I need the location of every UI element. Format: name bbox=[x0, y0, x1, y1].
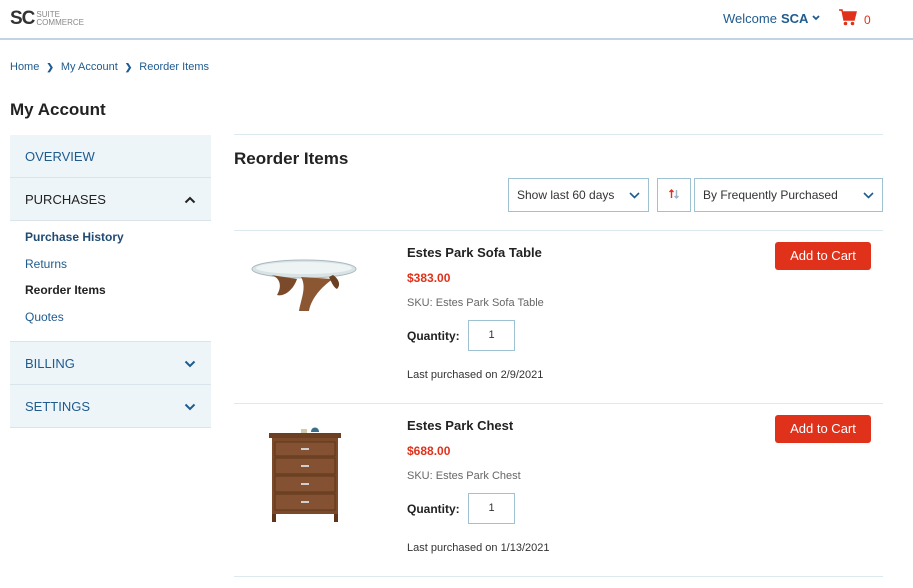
list-item: Estes Park Chest $688.00 SKU: Estes Park… bbox=[234, 403, 883, 576]
logo-text: SUITE COMMERCE bbox=[36, 11, 84, 27]
sidebar-overview-label: OVERVIEW bbox=[25, 148, 95, 164]
sort-by-value: By Frequently Purchased bbox=[703, 188, 838, 202]
cart-button[interactable]: 0 bbox=[838, 8, 871, 31]
main-content: Reorder Items Show last 60 days By Frequ… bbox=[234, 134, 883, 577]
last-purchased: Last purchased on 2/9/2021 bbox=[407, 369, 544, 381]
sidebar-item-purchases[interactable]: PURCHASES bbox=[10, 178, 211, 221]
product-sku: SKU: Estes Park Chest bbox=[407, 470, 521, 482]
chevron-up-icon bbox=[184, 192, 196, 207]
product-price: $383.00 bbox=[407, 271, 451, 285]
sidebar-item-purchase-history[interactable]: Purchase History bbox=[25, 229, 196, 256]
chevron-down-icon bbox=[863, 188, 874, 202]
breadcrumb-my-account[interactable]: My Account bbox=[61, 61, 118, 73]
quantity-label: Quantity: bbox=[407, 502, 460, 516]
page-title: My Account bbox=[10, 100, 106, 119]
logo-sc: SC bbox=[10, 8, 35, 29]
last-purchased: Last purchased on 1/13/2021 bbox=[407, 542, 550, 554]
chevron-down-icon bbox=[812, 13, 821, 24]
sidebar-settings-label: SETTINGS bbox=[25, 398, 91, 414]
product-image[interactable] bbox=[249, 255, 359, 320]
cart-count: 0 bbox=[864, 12, 871, 27]
logo-line2: COMMERCE bbox=[36, 18, 84, 27]
sidebar-item-overview[interactable]: OVERVIEW bbox=[10, 135, 211, 178]
site-header: SC SUITE COMMERCE Welcome SCA 0 bbox=[0, 0, 913, 40]
sidebar-purchases-label: PURCHASES bbox=[25, 191, 106, 207]
breadcrumb-home[interactable]: Home bbox=[10, 61, 39, 73]
sort-order-button[interactable] bbox=[657, 178, 691, 212]
chevron-right-icon: ❯ bbox=[124, 61, 133, 72]
chevron-right-icon: ❯ bbox=[46, 61, 54, 72]
cart-icon bbox=[838, 8, 858, 31]
user-name: SCA bbox=[780, 11, 809, 26]
sidebar-item-reorder-items[interactable]: Reorder Items bbox=[25, 282, 196, 309]
breadcrumb: Home ❯ My Account ❯ Reorder Items bbox=[10, 61, 209, 73]
purchases-submenu: Purchase History Returns Reorder Items Q… bbox=[10, 221, 211, 342]
quantity-label: Quantity: bbox=[407, 329, 460, 343]
sort-arrows-icon bbox=[668, 188, 680, 203]
divider bbox=[234, 134, 883, 135]
sidebar-item-billing[interactable]: BILLING bbox=[10, 342, 211, 385]
quantity-input[interactable]: 1 bbox=[468, 493, 515, 524]
add-to-cart-button[interactable]: Add to Cart bbox=[775, 242, 871, 270]
sidebar-item-settings[interactable]: SETTINGS bbox=[10, 385, 211, 428]
chevron-down-icon bbox=[629, 188, 640, 202]
list-item: Estes Park Sofa Table $383.00 SKU: Estes… bbox=[234, 230, 883, 403]
quantity-input[interactable]: 1 bbox=[468, 320, 515, 351]
product-name[interactable]: Estes Park Chest bbox=[407, 418, 513, 433]
product-price: $688.00 bbox=[407, 444, 451, 458]
chevron-down-icon bbox=[184, 399, 196, 414]
date-filter-select[interactable]: Show last 60 days bbox=[508, 178, 649, 212]
welcome-label: Welcome bbox=[723, 11, 777, 26]
product-name[interactable]: Estes Park Sofa Table bbox=[407, 245, 542, 260]
sort-by-select[interactable]: By Frequently Purchased bbox=[694, 178, 883, 212]
breadcrumb-reorder-items[interactable]: Reorder Items bbox=[139, 61, 209, 73]
add-to-cart-button[interactable]: Add to Cart bbox=[775, 415, 871, 443]
date-filter-value: Show last 60 days bbox=[517, 188, 615, 202]
product-sku: SKU: Estes Park Sofa Table bbox=[407, 297, 544, 309]
divider bbox=[234, 576, 883, 577]
sidebar-item-returns[interactable]: Returns bbox=[25, 256, 196, 283]
sidebar-item-quotes[interactable]: Quotes bbox=[25, 309, 196, 336]
product-image[interactable] bbox=[267, 420, 343, 529]
chevron-down-icon bbox=[184, 356, 196, 371]
welcome-menu[interactable]: Welcome SCA bbox=[723, 11, 821, 26]
logo[interactable]: SC SUITE COMMERCE bbox=[10, 8, 84, 30]
account-sidebar: OVERVIEW PURCHASES Purchase History Retu… bbox=[10, 135, 211, 428]
sidebar-billing-label: BILLING bbox=[25, 355, 75, 371]
section-title: Reorder Items bbox=[234, 149, 349, 168]
